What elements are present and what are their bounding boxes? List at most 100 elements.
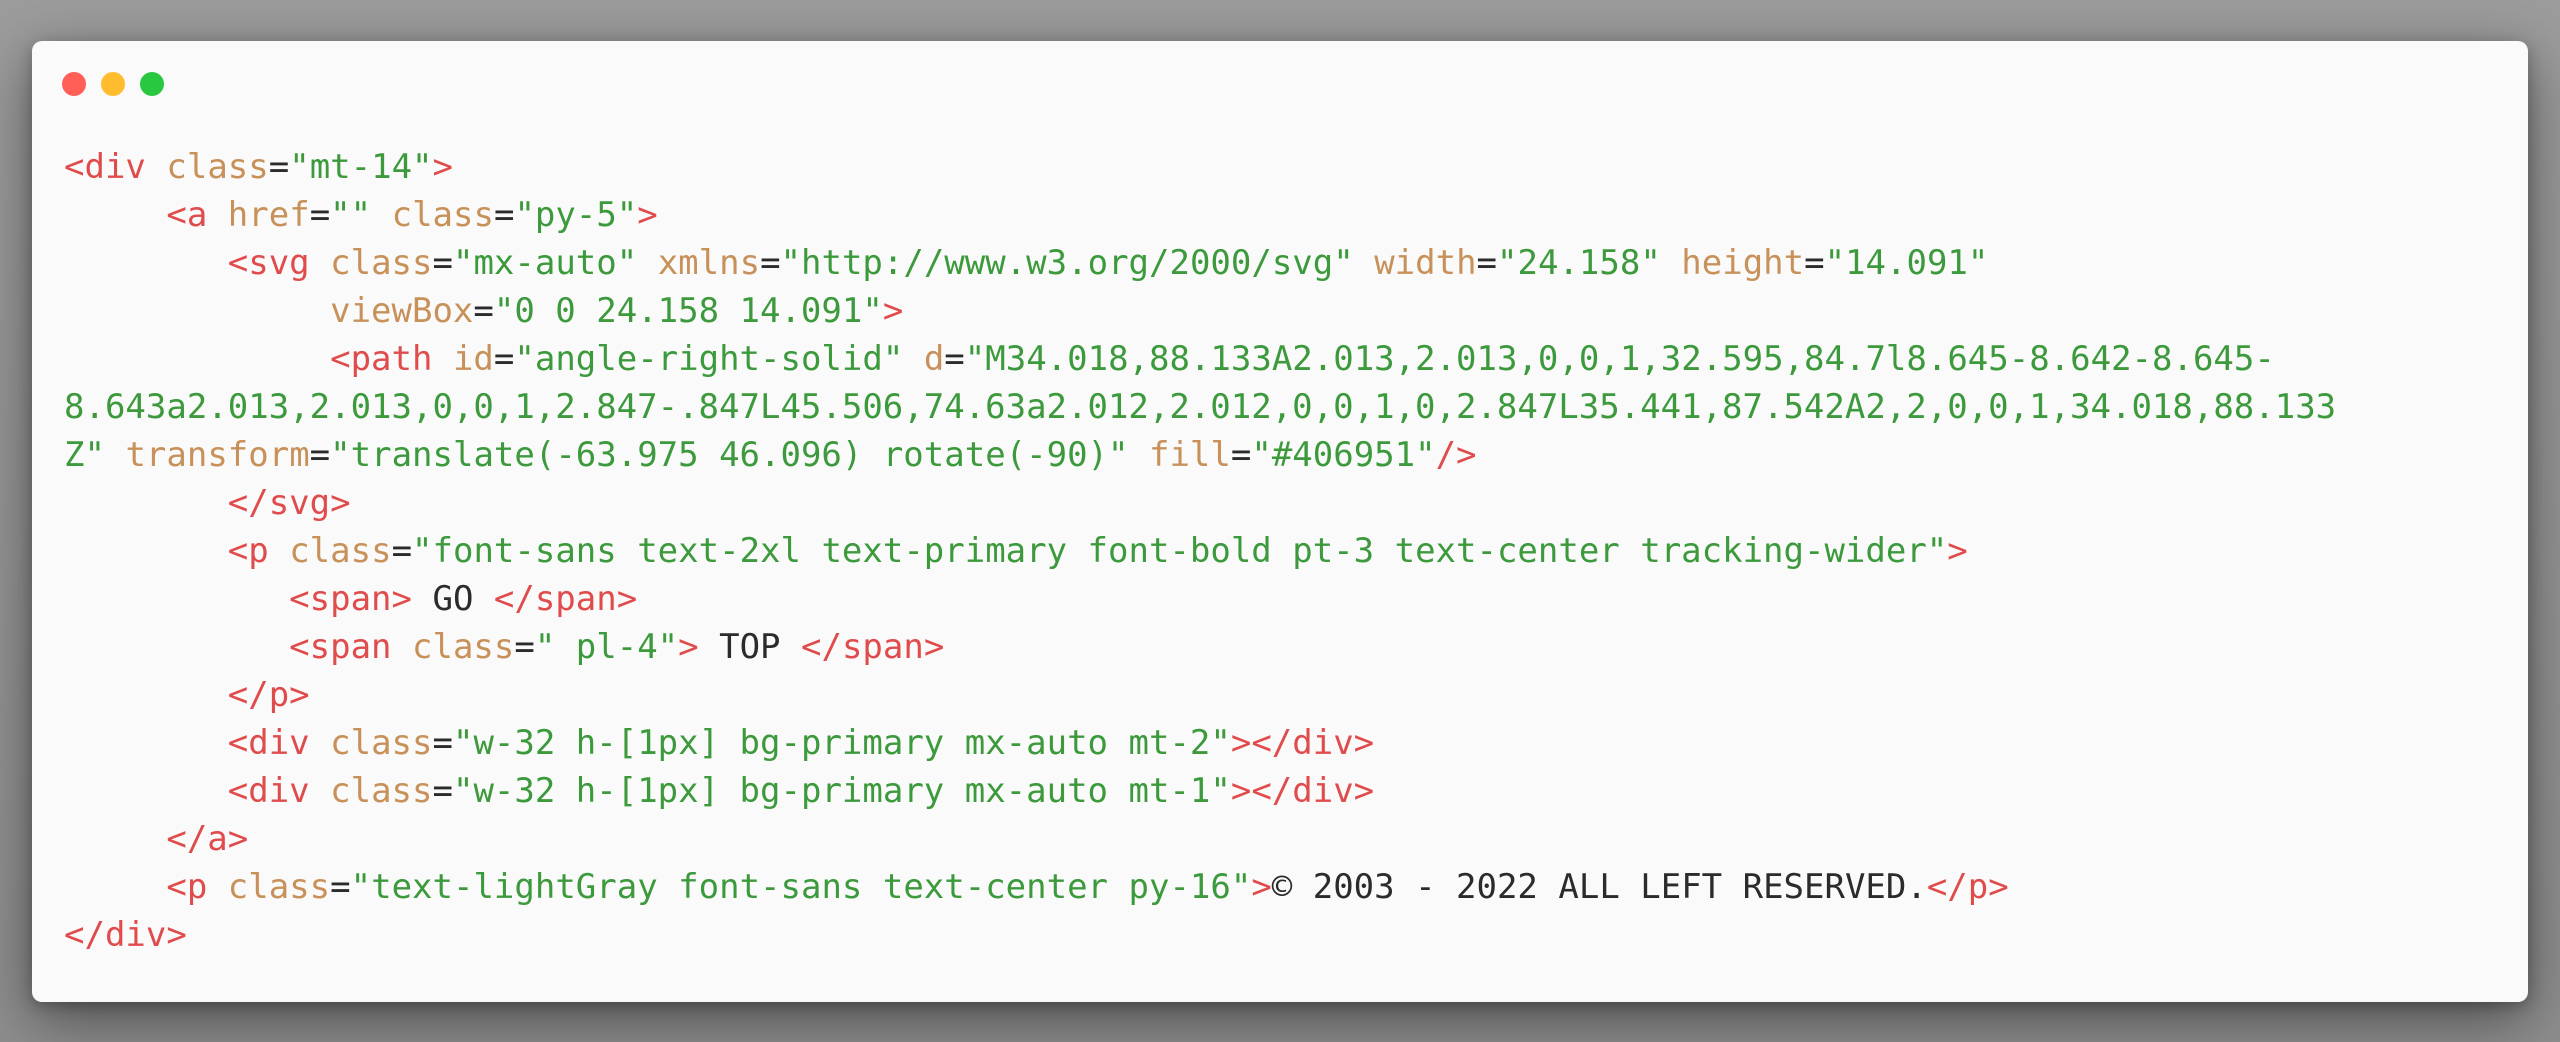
code-line: <span> GO </span> (64, 575, 2504, 623)
code-attr: class (289, 531, 392, 571)
code-attr: class (330, 771, 433, 811)
code-attr: class (412, 627, 515, 667)
code-attr: class (330, 723, 433, 763)
code-attr: transform (125, 435, 310, 475)
code-text: = (309, 435, 331, 475)
code-line: <svg class="mx-auto" xmlns="http://www.w… (64, 239, 2504, 287)
code-string: "text-lightGray font-sans text-center py… (350, 867, 1252, 907)
code-tag: <div (227, 771, 310, 811)
code-text: = (473, 291, 494, 331)
code-string: 8.643a2.013,2.013,0,0,1,2.847-.847L45.50… (64, 387, 2337, 427)
code-tag: > (1251, 867, 1272, 907)
code-attr: height (1681, 243, 1805, 283)
code-text: = (760, 243, 781, 283)
code-line: <span class=" pl-4"> TOP </span> (64, 623, 2504, 671)
code-text: GO (412, 579, 494, 619)
code-window: <div class="mt-14"> <a href="" class="py… (32, 41, 2528, 1002)
maximize-button[interactable] (140, 72, 164, 96)
code-string: "24.158" (1497, 243, 1661, 283)
code-tag: </span> (493, 579, 638, 619)
code-tag: </a> (166, 819, 249, 859)
code-line: </a> (64, 815, 2504, 863)
code-string: "14.091" (1824, 243, 1989, 283)
code-attr: viewBox (330, 291, 474, 331)
code-string: "mt-14" (289, 147, 433, 187)
code-text: = (432, 243, 453, 283)
code-text: = (514, 627, 535, 667)
code-line: Z" transform="translate(-63.975 46.096) … (64, 431, 2504, 479)
code-string: "http://www.w3.org/2000/svg" (780, 243, 1354, 283)
code-tag: <p (227, 531, 269, 571)
code-string: "w-32 h-[1px] bg-primary mx-auto mt-2" (452, 723, 1231, 763)
code-line: 8.643a2.013,2.013,0,0,1,2.847-.847L45.50… (64, 383, 2504, 431)
code-string: "py-5" (514, 195, 638, 235)
code-line: <a href="" class="py-5"> (64, 191, 2504, 239)
code-attr: d (923, 339, 945, 379)
code-tag: <a (166, 195, 208, 235)
code-line: <div class="w-32 h-[1px] bg-primary mx-a… (64, 719, 2504, 767)
code-text: = (330, 867, 351, 907)
code-tag: </div> (64, 915, 187, 955)
code-text: © 2003 - 2022 ALL LEFT RESERVED. (1271, 867, 1927, 907)
code-text: = (432, 771, 453, 811)
code-tag: <path (330, 339, 433, 379)
code-tag: > (882, 291, 904, 331)
code-attr: fill (1148, 435, 1231, 475)
code-attr: id (452, 339, 494, 379)
close-button[interactable] (62, 72, 86, 96)
code-line: <path id="angle-right-solid" d="M34.018,… (64, 335, 2504, 383)
code-string: " pl-4" (534, 627, 679, 667)
code-tag: <svg (227, 243, 310, 283)
code-tag: </p> (227, 675, 310, 715)
code-line: </div> (64, 911, 2504, 959)
code-tag: </svg> (227, 483, 351, 523)
code-tag: </span> (801, 627, 945, 667)
code-string: "font-sans text-2xl text-primary font-bo… (412, 531, 1948, 571)
code-text: = (493, 195, 515, 235)
code-text: = (432, 723, 453, 763)
code-attr: width (1374, 243, 1477, 283)
code-line: </p> (64, 671, 2504, 719)
code-string: "angle-right-solid" (514, 339, 904, 379)
code-attr: class (227, 867, 331, 907)
window-controls (62, 72, 164, 96)
code-text: = (391, 531, 413, 571)
code-text: = (1476, 243, 1498, 283)
code-text: = (944, 339, 965, 379)
code-line: <div class="w-32 h-[1px] bg-primary mx-a… (64, 767, 2504, 815)
code-string: "#406951" (1251, 435, 1436, 475)
code-text: = (493, 339, 515, 379)
code-line: <p class="text-lightGray font-sans text-… (64, 863, 2504, 911)
minimize-button[interactable] (101, 72, 125, 96)
code-tag: ></div> (1230, 723, 1375, 763)
code-block[interactable]: <div class="mt-14"> <a href="" class="py… (64, 143, 2504, 959)
code-line: </svg> (64, 479, 2504, 527)
code-tag: <p (166, 867, 208, 907)
code-tag: > (678, 627, 699, 667)
code-string: "" (330, 195, 372, 235)
code-tag: > (637, 195, 658, 235)
code-string: "mx-auto" (452, 243, 638, 283)
code-line: <div class="mt-14"> (64, 143, 2504, 191)
code-tag: ></div> (1230, 771, 1375, 811)
code-tag: <div (227, 723, 310, 763)
code-text: TOP (698, 627, 801, 667)
